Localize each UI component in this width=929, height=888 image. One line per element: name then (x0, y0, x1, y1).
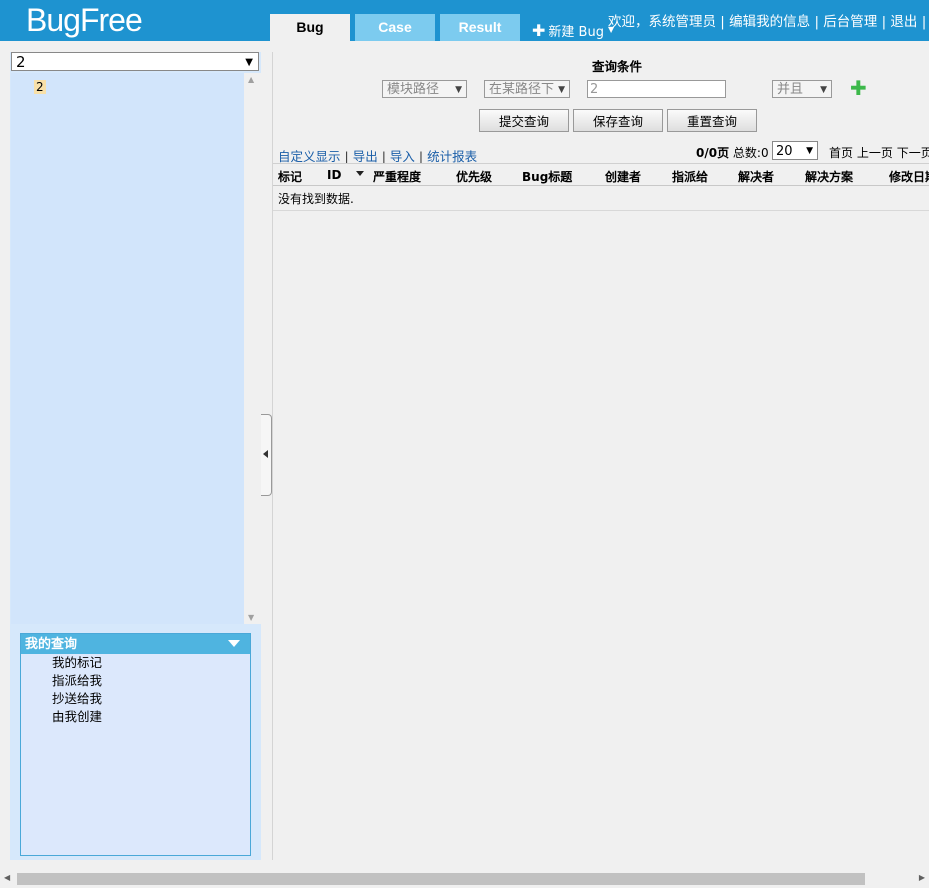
save-query-button[interactable]: 保存查询 (573, 109, 663, 132)
field-select-value: 模块路径 (387, 82, 440, 97)
empty-message: 没有找到数据. (278, 192, 354, 206)
page-size-select[interactable]: 20 ▼ (772, 141, 818, 160)
bugfree-logo: BugFree (26, 2, 143, 38)
tree-scrollbar[interactable]: ▲ ▼ (244, 73, 261, 624)
scrollbar-thumb[interactable] (17, 873, 865, 885)
pager-links: 首页 上一页 下一页 (829, 144, 929, 161)
andor-select[interactable]: 并且 ▼ (772, 80, 832, 98)
col-resolution[interactable]: 解决方案 (805, 168, 853, 185)
tab-bug[interactable]: Bug (270, 14, 350, 41)
next-page-link[interactable]: 下一页 (897, 146, 929, 160)
submit-query-button[interactable]: 提交查询 (479, 109, 569, 132)
operator-select[interactable]: 在某路径下 ▼ (484, 80, 570, 98)
page-size-value: 20 (776, 144, 793, 159)
prev-page-link[interactable]: 上一页 (857, 146, 893, 160)
scroll-down-icon[interactable]: ▼ (248, 613, 254, 622)
query-item-created-by-me[interactable]: 由我创建 (21, 708, 250, 726)
tab-result[interactable]: Result (440, 14, 520, 41)
dropdown-arrow-icon: ▼ (558, 85, 565, 95)
table-row (273, 185, 929, 211)
collapse-icon[interactable] (228, 640, 240, 647)
product-select-value: 2 (16, 53, 26, 71)
edit-info-link[interactable]: 编辑我的信息 (729, 14, 810, 30)
module-tree (11, 73, 244, 624)
total-count: 总数:0 (732, 146, 769, 160)
add-condition-icon[interactable]: ✚ (850, 78, 867, 98)
new-bug-label: 新建 Bug (548, 25, 604, 40)
horizontal-scrollbar[interactable]: ◀ ▶ (0, 871, 929, 888)
reset-query-button[interactable]: 重置查询 (667, 109, 757, 132)
value-input[interactable] (587, 80, 726, 98)
first-page-link[interactable]: 首页 (829, 146, 853, 160)
col-resolver[interactable]: 解决者 (738, 168, 774, 185)
pager-info: 0/0页 总数:0 (696, 144, 769, 161)
page-count: 0/0页 (696, 146, 730, 160)
col-bug-title[interactable]: Bug标题 (522, 168, 572, 185)
logout-link[interactable]: 退出 (890, 14, 917, 30)
report-link[interactable]: 统计报表 (427, 149, 477, 164)
scroll-right-icon[interactable]: ▶ (919, 873, 925, 882)
operator-select-value: 在某路径下 (489, 82, 555, 97)
col-assigned-to[interactable]: 指派给 (672, 168, 708, 185)
user-links: 欢迎，系统管理员 | 编辑我的信息 | 后台管理 | 退出 | (608, 14, 927, 30)
col-creator[interactable]: 创建者 (605, 168, 641, 185)
collapse-left-icon (263, 450, 268, 458)
col-modified-date[interactable]: 修改日期 (889, 168, 929, 185)
query-title: 查询条件 (592, 59, 643, 74)
col-severity[interactable]: 严重程度 (373, 168, 421, 185)
query-item-cc-me[interactable]: 抄送给我 (21, 690, 250, 708)
sort-desc-icon (356, 171, 364, 176)
field-select[interactable]: 模块路径 ▼ (382, 80, 467, 98)
grid-header: 标记 ID 严重程度 优先级 Bug标题 创建者 指派给 解决者 解决方案 修改… (273, 163, 929, 186)
my-queries-panel: 我的查询 我的标记 指派给我 抄送给我 由我创建 (20, 633, 251, 856)
col-mark[interactable]: 标记 (278, 168, 302, 185)
welcome-text: 欢迎，系统管理员 (608, 14, 716, 30)
top-header: BugFree Bug Case Result ✚ 新建 Bug ▼ 欢迎，系统管理… (0, 0, 929, 41)
scroll-left-icon[interactable]: ◀ (4, 873, 10, 882)
new-bug-button[interactable]: ✚ 新建 Bug ▼ (532, 21, 614, 40)
my-queries-title: 我的查询 (25, 637, 78, 652)
dropdown-arrow-icon: ▼ (455, 85, 462, 95)
col-id[interactable]: ID (327, 168, 341, 182)
export-link[interactable]: 导出 (353, 149, 378, 164)
my-queries-header[interactable]: 我的查询 (21, 634, 250, 654)
panel-collapse-handle[interactable] (261, 414, 272, 496)
col-priority[interactable]: 优先级 (456, 168, 492, 185)
query-item-my-marks[interactable]: 我的标记 (21, 654, 250, 672)
plus-icon: ✚ (532, 21, 546, 40)
scroll-up-icon[interactable]: ▲ (248, 75, 254, 84)
import-link[interactable]: 导入 (390, 149, 415, 164)
dropdown-arrow-icon: ▼ (806, 146, 813, 156)
query-item-assigned-to-me[interactable]: 指派给我 (21, 672, 250, 690)
tree-node[interactable]: 2 (34, 80, 46, 94)
custom-display-link[interactable]: 自定义显示 (278, 149, 341, 164)
tab-case[interactable]: Case (355, 14, 435, 41)
product-select[interactable]: 2 ▼ (11, 52, 259, 71)
dropdown-arrow-icon: ▼ (245, 57, 253, 68)
admin-link[interactable]: 后台管理 (823, 14, 877, 30)
dropdown-arrow-icon: ▼ (820, 85, 827, 95)
andor-select-value: 并且 (777, 82, 804, 97)
